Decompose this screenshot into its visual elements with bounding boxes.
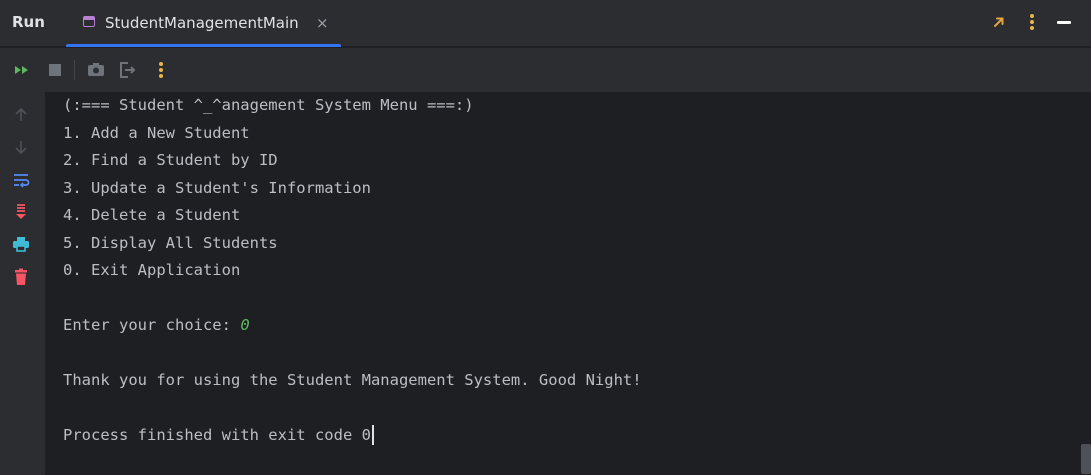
goodbye-message: Thank you for using the Student Manageme… [63, 371, 642, 389]
exit-message-line: Process finished with exit code 0 [63, 425, 374, 445]
run-label: Run [12, 13, 45, 31]
screenshot-icon[interactable] [86, 60, 106, 80]
menu-title: (:=== Student ^_^anagement System Menu =… [63, 96, 474, 114]
text-caret [371, 425, 374, 445]
minimize-icon[interactable] [1057, 21, 1071, 24]
menu-option: 3. Update a Student's Information [63, 179, 371, 197]
run-tool-window: Run StudentManagementMain × (:=== Studen… [0, 0, 1091, 475]
user-input-choice: 0 [240, 316, 250, 334]
vertical-scrollbar[interactable] [1081, 444, 1091, 474]
tab-title: StudentManagementMain [105, 14, 299, 32]
scroll-to-end-icon[interactable] [11, 202, 31, 222]
menu-option: 1. Add a New Student [63, 124, 250, 142]
clear-icon[interactable] [11, 267, 31, 287]
choice-prompt-line: Enter your choice: 0 [63, 315, 250, 335]
active-tab-indicator [66, 44, 341, 47]
menu-option: 2. Find a Student by ID [63, 151, 278, 169]
close-icon[interactable]: × [316, 14, 329, 32]
more-icon[interactable] [151, 60, 171, 80]
tab-student-management-main[interactable]: StudentManagementMain × [66, 0, 341, 47]
exit-message: Process finished with exit code 0 [63, 426, 371, 444]
print-icon[interactable] [11, 234, 31, 254]
more-options-icon[interactable] [1024, 12, 1040, 32]
exit-icon[interactable] [117, 60, 137, 80]
choice-prompt: Enter your choice: [63, 316, 241, 334]
maximize-icon[interactable] [990, 13, 1008, 31]
up-arrow-icon[interactable] [11, 105, 31, 125]
menu-option: 0. Exit Application [63, 261, 241, 279]
run-configuration-icon [83, 16, 95, 27]
down-arrow-icon[interactable] [11, 137, 31, 157]
console-side-toolbar [0, 92, 45, 475]
tool-window-header: Run StudentManagementMain × [0, 0, 1091, 47]
soft-wrap-icon[interactable] [11, 170, 31, 190]
rerun-icon[interactable] [12, 60, 32, 80]
console-output[interactable]: (:=== Student ^_^anagement System Menu =… [45, 92, 1091, 475]
menu-option: 4. Delete a Student [63, 206, 241, 224]
run-toolbar [0, 48, 1091, 92]
toolbar-separator [74, 60, 75, 80]
stop-icon[interactable] [45, 60, 65, 80]
menu-option: 5. Display All Students [63, 234, 278, 252]
